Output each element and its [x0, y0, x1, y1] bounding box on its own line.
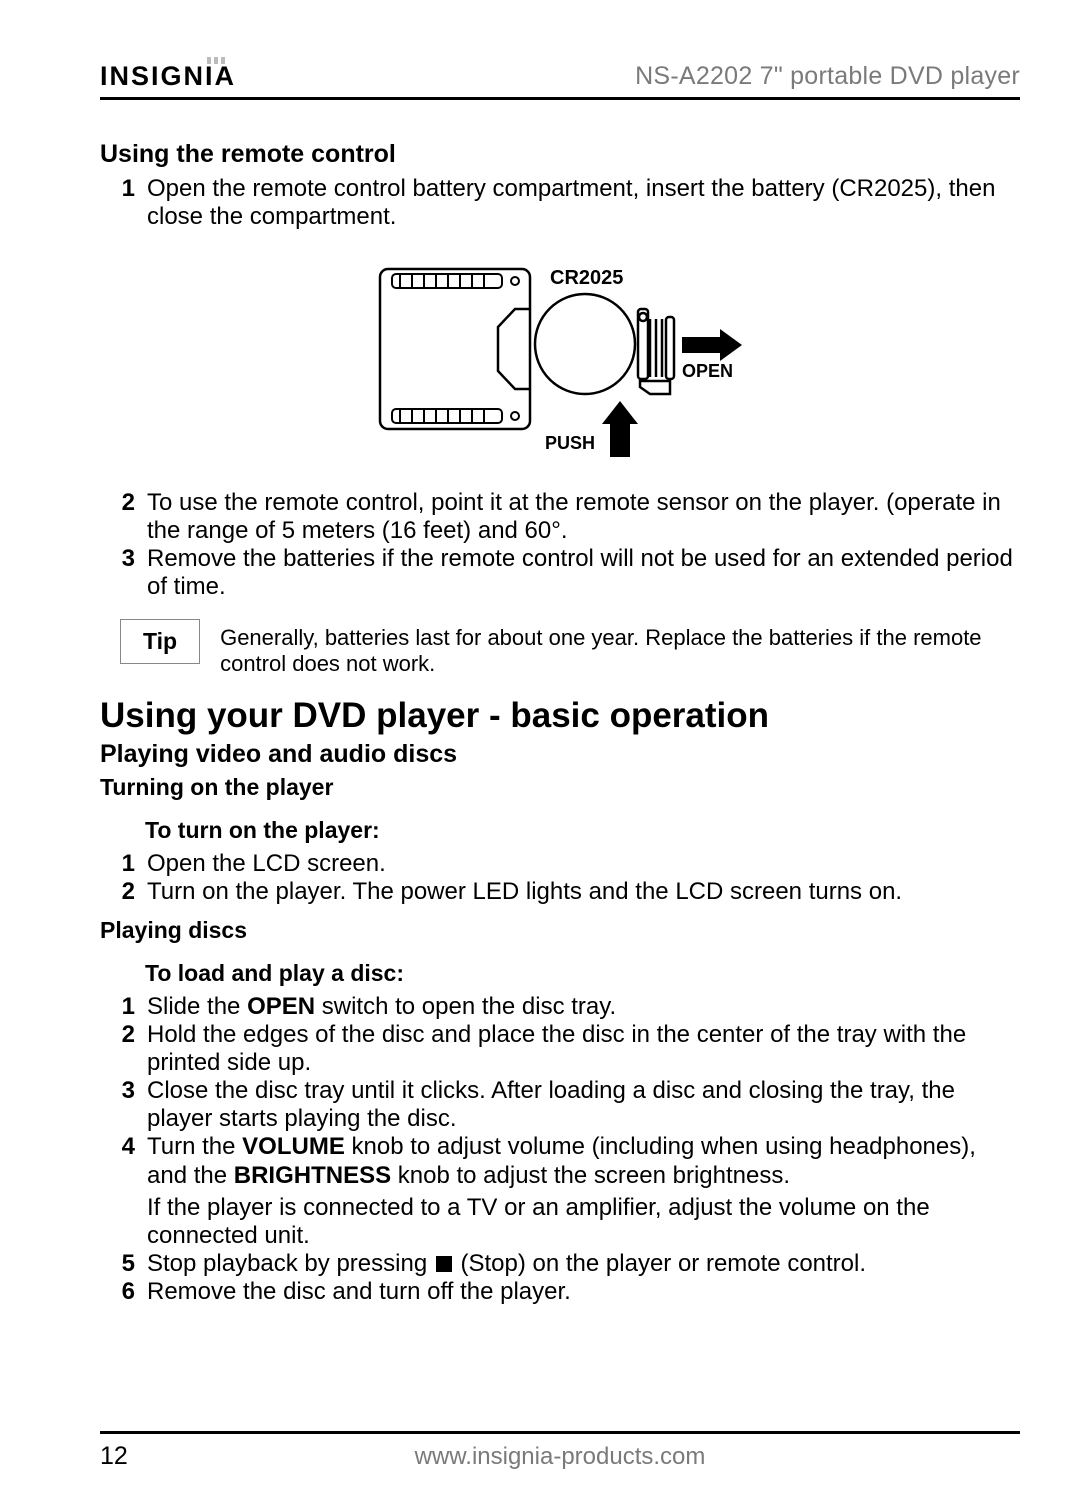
- bold-word-brightness: BRIGHTNESS: [234, 1162, 391, 1189]
- page-body: Using the remote control 1 Open the remo…: [100, 100, 1020, 1413]
- step-text: Remove the disc and turn off the player.: [147, 1278, 1020, 1306]
- text-fragment: knob to adjust the screen brightness.: [391, 1162, 790, 1189]
- load-play-steps: 1 Slide the OPEN switch to open the disc…: [100, 993, 1020, 1307]
- step-text: Close the disc tray until it clicks. Aft…: [147, 1077, 1020, 1133]
- list-item: 3 Close the disc tray until it clicks. A…: [100, 1077, 1020, 1133]
- step-number: 4: [100, 1133, 135, 1249]
- turn-on-steps: 1 Open the LCD screen. 2 Turn on the pla…: [100, 850, 1020, 907]
- step-text: Hold the edges of the disc and place the…: [147, 1021, 1020, 1077]
- list-item: 1 Open the LCD screen.: [100, 850, 1020, 878]
- list-item: 1 Open the remote control battery compar…: [100, 175, 1020, 231]
- remote-steps-list: 1 Open the remote control battery compar…: [100, 175, 1020, 231]
- product-title: NS-A2202 7" portable DVD player: [635, 62, 1020, 93]
- text-fragment: (Stop) on the player or remote control.: [454, 1250, 866, 1277]
- step-text: Stop playback by pressing (Stop) on the …: [147, 1250, 1020, 1278]
- svg-text:INSIGNIA: INSIGNIA: [100, 61, 236, 91]
- step-number: 1: [100, 175, 135, 231]
- intro-turn-on: To turn on the player:: [145, 817, 1020, 844]
- step-text: Remove the batteries if the remote contr…: [147, 545, 1020, 601]
- step-number: 6: [100, 1278, 135, 1306]
- step-number: 1: [100, 850, 135, 878]
- step-number: 2: [100, 1021, 135, 1077]
- subheading-playing: Playing discs: [100, 917, 1020, 944]
- step-text: Turn on the player. The power LED lights…: [147, 878, 1020, 906]
- stop-icon: [436, 1256, 452, 1272]
- page-footer: 12 www.insignia-products.com: [100, 1431, 1020, 1471]
- step-number: 3: [100, 545, 135, 601]
- intro-load-play: To load and play a disc:: [145, 960, 1020, 987]
- step-text: To use the remote control, point it at t…: [147, 489, 1020, 545]
- section-heading-remote: Using the remote control: [100, 140, 1020, 170]
- step-number: 5: [100, 1250, 135, 1278]
- footer-url: www.insignia-products.com: [190, 1443, 1020, 1471]
- text-fragment: Stop playback by pressing: [147, 1250, 434, 1277]
- svg-text:CR2025: CR2025: [550, 267, 623, 289]
- battery-diagram-icon: CR2025 OPEN PUSH: [370, 259, 750, 459]
- brand-logo: INSIGNIA: [100, 55, 300, 93]
- tip-label: Tip: [120, 619, 200, 664]
- text-fragment: switch to open the disc tray.: [315, 993, 616, 1020]
- text-fragment: Turn the: [147, 1133, 242, 1160]
- bold-word-open: OPEN: [247, 993, 315, 1020]
- subheading-playing-discs: Playing video and audio discs: [100, 740, 1020, 770]
- step-number: 2: [100, 878, 135, 906]
- list-item: 3 Remove the batteries if the remote con…: [100, 545, 1020, 601]
- svg-text:OPEN: OPEN: [682, 361, 733, 381]
- svg-text:PUSH: PUSH: [545, 433, 595, 453]
- list-item: 1 Slide the OPEN switch to open the disc…: [100, 993, 1020, 1021]
- tip-box: Tip Generally, batteries last for about …: [120, 625, 1020, 677]
- list-item: 4 Turn the VOLUME knob to adjust volume …: [100, 1133, 1020, 1249]
- step-number: 1: [100, 993, 135, 1021]
- step-text: Open the LCD screen.: [147, 850, 1020, 878]
- step-text: Turn the VOLUME knob to adjust volume (i…: [147, 1133, 1020, 1249]
- battery-compartment-diagram: CR2025 OPEN PUSH: [100, 259, 1020, 459]
- list-item: 6 Remove the disc and turn off the playe…: [100, 1278, 1020, 1306]
- list-item: 2 Hold the edges of the disc and place t…: [100, 1021, 1020, 1077]
- page-header: INSIGNIA NS-A2202 7" portable DVD player: [100, 55, 1020, 100]
- step-number: 3: [100, 1077, 135, 1133]
- section-heading-basic-operation: Using your DVD player - basic operation: [100, 695, 1020, 736]
- step-note: If the player is connected to a TV or an…: [147, 1194, 1020, 1250]
- insignia-logo-icon: INSIGNIA: [100, 55, 300, 93]
- list-item: 5 Stop playback by pressing (Stop) on th…: [100, 1250, 1020, 1278]
- step-number: 2: [100, 489, 135, 545]
- list-item: 2 To use the remote control, point it at…: [100, 489, 1020, 545]
- text-fragment: Slide the: [147, 993, 247, 1020]
- bold-word-volume: VOLUME: [242, 1133, 345, 1160]
- step-text: Open the remote control battery compartm…: [147, 175, 1020, 231]
- document-page: INSIGNIA NS-A2202 7" portable DVD player…: [0, 0, 1080, 1511]
- page-number: 12: [100, 1442, 190, 1471]
- tip-text: Generally, batteries last for about one …: [220, 625, 1020, 677]
- remote-steps-list-continued: 2 To use the remote control, point it at…: [100, 489, 1020, 601]
- step-text: Slide the OPEN switch to open the disc t…: [147, 993, 1020, 1021]
- list-item: 2 Turn on the player. The power LED ligh…: [100, 878, 1020, 906]
- subheading-turning-on: Turning on the player: [100, 774, 1020, 801]
